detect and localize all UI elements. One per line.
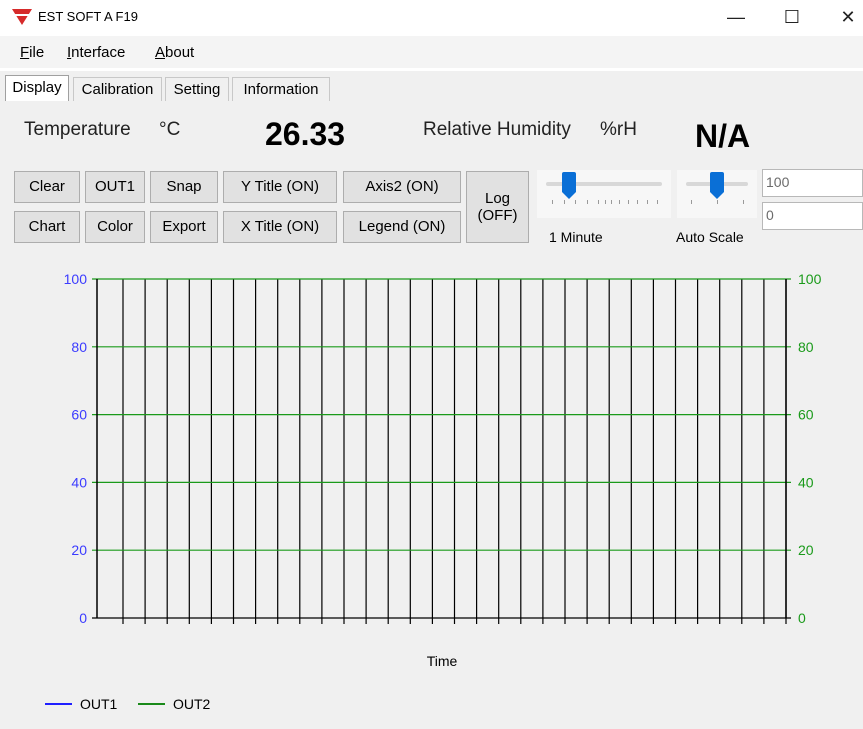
legend-out2-label: OUT2	[173, 696, 211, 712]
snap-button[interactable]: Snap	[150, 171, 218, 203]
scale-max-input[interactable]: 100	[762, 169, 863, 197]
log-button-line2: (OFF)	[477, 207, 518, 224]
y2-tick-label: 100	[798, 271, 822, 287]
y2-tick-label: 40	[798, 474, 814, 490]
y-tick-label: 100	[64, 271, 88, 287]
tab-calibration[interactable]: Calibration	[73, 77, 162, 101]
y2-tick-label: 20	[798, 542, 814, 558]
y2-tick-label: 80	[798, 339, 814, 355]
color-button[interactable]: Color	[85, 211, 145, 243]
legend: OUT1 OUT2	[45, 696, 211, 712]
y-title-button[interactable]: Y Title (ON)	[223, 171, 337, 203]
tab-display[interactable]: Display	[5, 75, 69, 101]
time-slider-thumb[interactable]	[562, 172, 577, 199]
menu-bar	[0, 36, 863, 68]
y-tick-label: 60	[71, 407, 87, 423]
tab-setting[interactable]: Setting	[165, 77, 229, 101]
y-tick-label: 0	[79, 610, 87, 626]
x-axis-title: Time	[427, 653, 458, 669]
x-title-button[interactable]: X Title (ON)	[223, 211, 337, 243]
maximize-button[interactable]: ☐	[770, 2, 814, 32]
app-logo-icon	[12, 9, 32, 25]
scale-slider[interactable]	[677, 170, 757, 218]
legend-out1-label: OUT1	[80, 696, 118, 712]
log-button[interactable]: Log (OFF)	[466, 171, 529, 243]
scale-min-input[interactable]: 0	[762, 202, 863, 230]
humidity-label: Relative Humidity	[423, 119, 571, 140]
time-range-slider[interactable]	[537, 170, 671, 218]
humidity-unit: %rH	[600, 119, 637, 140]
menu-about[interactable]: About	[155, 44, 194, 61]
close-button[interactable]: ✕	[826, 2, 863, 32]
y-tick-label: 40	[71, 474, 87, 490]
clear-button[interactable]: Clear	[14, 171, 80, 203]
log-button-line1: Log	[484, 189, 511, 207]
export-button[interactable]: Export	[150, 211, 218, 243]
y-tick-label: 80	[71, 339, 87, 355]
scale-slider-thumb[interactable]	[710, 172, 724, 199]
temperature-unit: °C	[159, 119, 181, 140]
minimize-button[interactable]: —	[714, 2, 758, 32]
temperature-value: 26.33	[265, 116, 346, 152]
tab-information[interactable]: Information	[232, 77, 330, 101]
window-title: EST SOFT A F19	[38, 9, 138, 24]
scale-mode-label: Auto Scale	[676, 229, 744, 245]
y2-tick-label: 60	[798, 407, 814, 423]
trend-chart: 0 0 20 20 40 40 60 60 80 80 100 100 Time OUT1 OUT2	[45, 271, 822, 712]
humidity-value: N/A	[695, 118, 751, 154]
out1-button[interactable]: OUT1	[85, 171, 145, 203]
time-range-label: 1 Minute	[549, 229, 603, 245]
axis2-button[interactable]: Axis2 (ON)	[343, 171, 461, 203]
menu-interface[interactable]: Interface	[67, 44, 125, 61]
y-tick-label: 20	[71, 542, 87, 558]
chart-button[interactable]: Chart	[14, 211, 80, 243]
menu-file[interactable]: File	[20, 44, 44, 61]
y2-tick-label: 0	[798, 610, 806, 626]
temperature-label: Temperature	[24, 119, 131, 140]
legend-button[interactable]: Legend (ON)	[343, 211, 461, 243]
